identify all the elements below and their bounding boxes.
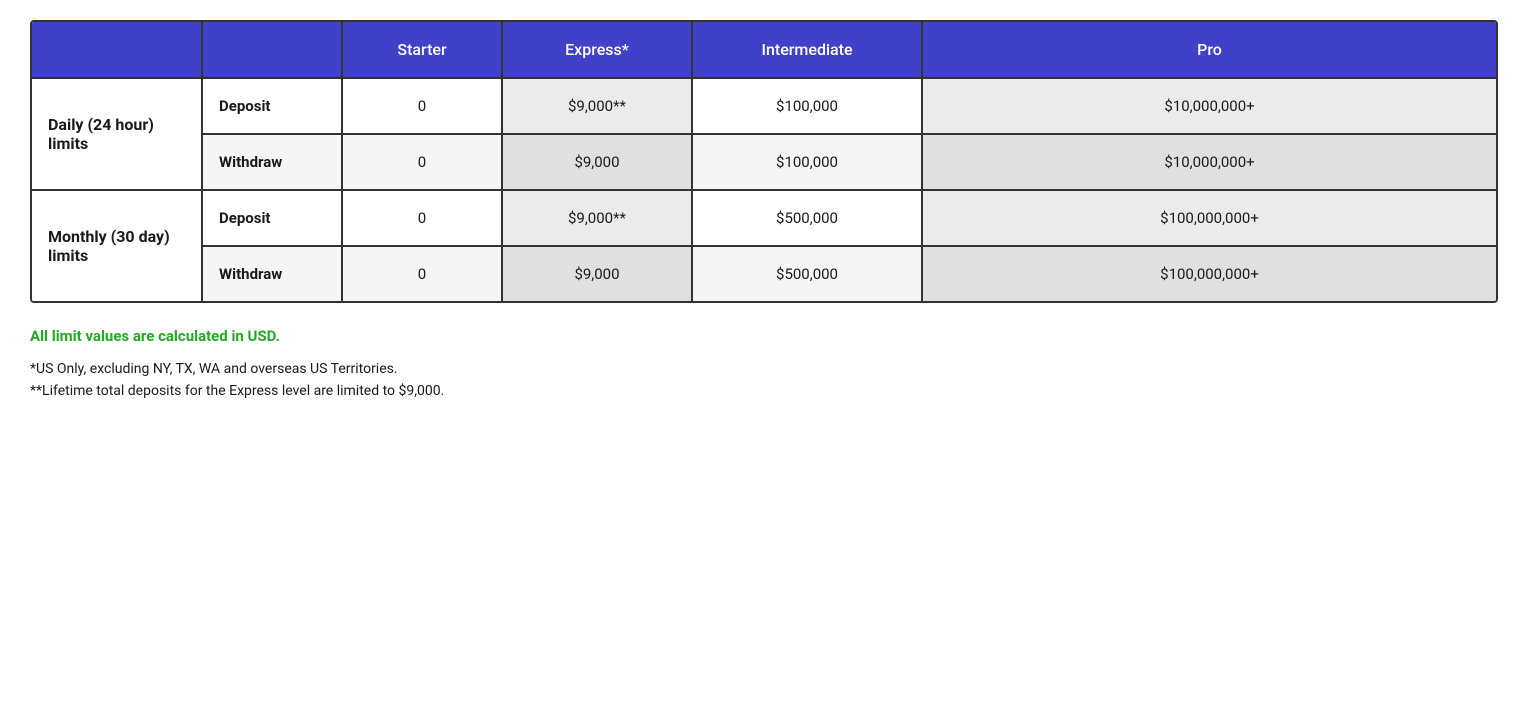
sublabel-0: Deposit (202, 78, 342, 134)
starter-3: 0 (342, 246, 502, 301)
express-3: $9,000 (502, 246, 692, 301)
intermediate-2: $500,000 (692, 190, 922, 246)
header-sublabel (202, 22, 342, 78)
pro-0: $10,000,000+ (922, 78, 1496, 134)
starter-0: 0 (342, 78, 502, 134)
header-pro: Pro (922, 22, 1496, 78)
express-1: $9,000 (502, 134, 692, 190)
sublabel-1: Withdraw (202, 134, 342, 190)
sublabel-3: Withdraw (202, 246, 342, 301)
category-0: Daily (24 hour) limits (32, 78, 202, 190)
pro-2: $100,000,000+ (922, 190, 1496, 246)
header-category (32, 22, 202, 78)
header-intermediate: Intermediate (692, 22, 922, 78)
header-express: Express* (502, 22, 692, 78)
intermediate-0: $100,000 (692, 78, 922, 134)
express-2: $9,000** (502, 190, 692, 246)
express-0: $9,000** (502, 78, 692, 134)
intermediate-1: $100,000 (692, 134, 922, 190)
category-2: Monthly (30 day) limits (32, 190, 202, 301)
sublabel-2: Deposit (202, 190, 342, 246)
starter-2: 0 (342, 190, 502, 246)
limits-table: Starter Express* Intermediate Pro Daily … (30, 20, 1498, 303)
pro-1: $10,000,000+ (922, 134, 1496, 190)
starter-1: 0 (342, 134, 502, 190)
intermediate-3: $500,000 (692, 246, 922, 301)
footnote-2: **Lifetime total deposits for the Expres… (30, 383, 1498, 399)
header-starter: Starter (342, 22, 502, 78)
pro-3: $100,000,000+ (922, 246, 1496, 301)
footnote-1: *US Only, excluding NY, TX, WA and overs… (30, 361, 1498, 377)
usd-footnote: All limit values are calculated in USD. (30, 327, 1498, 345)
